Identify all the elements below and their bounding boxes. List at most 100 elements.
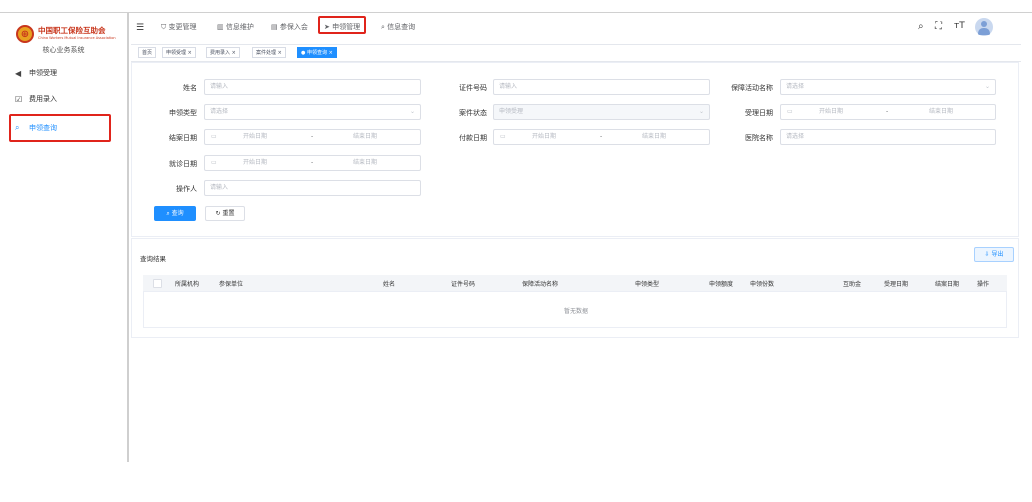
edit-icon: ☑ — [15, 94, 23, 104]
close-icon[interactable]: × — [188, 50, 192, 56]
chevron-down-icon: ⌄ — [409, 108, 415, 115]
close-icon[interactable]: × — [232, 50, 236, 56]
reset-button[interactable]: ↻ 重置 — [205, 206, 245, 221]
topnav-label: 信息维护 — [225, 23, 254, 31]
range-end: 结束日期 — [929, 108, 954, 115]
building-icon: ▥ — [217, 23, 224, 31]
shield-icon: ⛉ — [161, 23, 167, 31]
close-icon[interactable]: × — [329, 50, 333, 56]
column-header[interactable]: 参保单位 — [219, 279, 243, 288]
results-panel: 查询结果 ⇩ 导出 所属机构 参保单位 姓名 证件号码 保障活动名称 申领类型 … — [131, 238, 1019, 338]
browser-top-strip — [0, 0, 1032, 13]
refresh-icon: ↻ — [215, 210, 221, 217]
column-header[interactable]: 证件号码 — [451, 279, 475, 288]
range-separator: - — [311, 133, 314, 140]
column-header[interactable]: 受理日期 — [884, 279, 908, 288]
search-icon[interactable]: ⌕ — [918, 21, 924, 32]
export-button[interactable]: ⇩ 导出 — [974, 247, 1014, 262]
sidebar-item-fee-entry[interactable]: ☑ 费用录入 — [9, 87, 111, 111]
close-icon[interactable]: × — [278, 50, 282, 56]
table-body: 暂无数据 — [143, 292, 1007, 328]
empty-state-text: 暂无数据 — [563, 308, 588, 315]
claim-type-label: 申领类型 — [169, 109, 197, 117]
column-header[interactable]: 操作 — [977, 279, 989, 288]
operator-input[interactable]: 请输入 — [204, 180, 421, 196]
range-start: 开始日期 — [243, 133, 268, 140]
tab-case-processing[interactable]: 案件处理 × — [252, 47, 286, 58]
topnav-label: 信息查询 — [387, 23, 416, 31]
visit-date-range[interactable]: ▭ 开始日期 - 结束日期 — [204, 155, 421, 171]
system-name: 核心业务系统 — [42, 46, 85, 54]
calendar-icon: ▭ — [211, 159, 217, 166]
sidebar-item-label: 申领受理 — [29, 69, 57, 77]
send-icon: ➤ — [324, 23, 330, 31]
range-start: 开始日期 — [243, 159, 268, 166]
topnav-change-management[interactable]: ⛉ 变更管理 — [161, 22, 196, 32]
document-icon: ▤ — [271, 23, 278, 31]
topnav-label: 变更管理 — [168, 23, 197, 31]
column-header[interactable]: 申领类型 — [635, 279, 659, 288]
tags-view-bar: 首页 申领受理 × 费用录入 × 案件处理 × ● 申领查询 × — [131, 44, 1021, 62]
id-number-input[interactable]: 请输入 — [493, 79, 710, 95]
range-separator: - — [886, 108, 889, 115]
column-header[interactable]: 保障活动名称 — [522, 279, 558, 288]
results-title: 查询结果 — [140, 255, 166, 263]
tab-claim-accept[interactable]: 申领受理 × — [162, 47, 196, 58]
tab-label: 申领查询 — [306, 50, 327, 56]
accept-date-range[interactable]: ▭ 开始日期 - 结束日期 — [780, 104, 996, 120]
topnav-enrollment[interactable]: ▤ 参保入会 — [271, 22, 308, 32]
pay-date-label: 付款日期 — [459, 134, 487, 142]
range-start: 开始日期 — [532, 133, 557, 140]
tab-fee-entry[interactable]: 费用录入 × — [206, 47, 240, 58]
claim-type-select[interactable]: 请选择 ⌄ — [204, 104, 421, 120]
font-size-icon[interactable]: тT — [954, 21, 965, 31]
active-dot-icon: ● — [301, 50, 306, 56]
name-input[interactable]: 请输入 — [204, 79, 421, 95]
pay-date-range[interactable]: ▭ 开始日期 - 结束日期 — [493, 129, 710, 145]
menu-toggle-icon[interactable]: ☰ — [136, 23, 144, 33]
tab-claim-query[interactable]: ● 申领查询 × — [297, 47, 337, 58]
column-header[interactable]: 互助金 — [843, 279, 861, 288]
settle-date-range[interactable]: ▭ 开始日期 - 结束日期 — [204, 129, 421, 145]
range-separator: - — [311, 159, 314, 166]
activity-select[interactable]: 请选择 ⌄ — [780, 79, 996, 95]
avatar[interactable] — [975, 18, 993, 36]
send-icon: ◀ — [15, 68, 22, 78]
org-name: 中国职工保险互助会 — [38, 26, 106, 35]
column-header[interactable]: 申领额度 — [709, 279, 733, 288]
visit-date-label: 就诊日期 — [169, 160, 197, 168]
button-label: 查询 — [171, 210, 184, 217]
column-header[interactable]: 姓名 — [383, 279, 395, 288]
chevron-down-icon: ⌄ — [984, 83, 990, 90]
chevron-down-icon: ⌄ — [698, 108, 704, 115]
search-form-panel: 姓名 请输入 证件号码 请输入 保障活动名称 请选择 ⌄ 申领类型 请选择 ⌄ 案件… — [131, 62, 1019, 237]
select-value: 申领受理 — [499, 108, 524, 115]
operator-label: 操作人 — [176, 185, 197, 193]
tab-home[interactable]: 首页 — [138, 47, 157, 58]
activity-label: 保障活动名称 — [731, 84, 773, 92]
query-button[interactable]: ⌕ 查询 — [154, 206, 196, 221]
topnav-info-query[interactable]: ⌕ 信息查询 — [381, 22, 415, 32]
column-header[interactable]: 结案日期 — [935, 279, 959, 288]
hospital-select[interactable]: 请选择 — [780, 129, 996, 145]
calendar-icon: ▭ — [500, 133, 506, 140]
fullscreen-icon[interactable]: ⛶ — [935, 21, 942, 32]
range-end: 结束日期 — [353, 159, 378, 166]
column-header[interactable]: 申领份数 — [750, 279, 774, 288]
table-header: 所属机构 参保单位 姓名 证件号码 保障活动名称 申领类型 申领额度 申领份数 … — [143, 275, 1007, 292]
range-end: 结束日期 — [642, 133, 667, 140]
search-icon: ⌕ — [15, 123, 20, 132]
name-label: 姓名 — [183, 84, 197, 92]
sidebar-item-claim-query[interactable]: ⌕ 申领查询 — [9, 114, 111, 142]
topnav-info-maintenance[interactable]: ▥ 信息维护 — [217, 22, 254, 32]
settle-date-label: 结案日期 — [169, 134, 197, 142]
sidebar-item-claim-accept[interactable]: ◀ 申领受理 — [9, 61, 111, 85]
sidebar-item-label: 申领查询 — [29, 124, 57, 132]
accept-date-label: 受理日期 — [745, 109, 773, 117]
tab-label: 费用录入 — [210, 50, 231, 56]
select-all-checkbox[interactable] — [153, 279, 162, 288]
range-separator: - — [600, 133, 603, 140]
org-logo-icon: ⊕ — [16, 25, 34, 43]
topnav-claim-management[interactable]: ➤ 申领管理 — [318, 16, 367, 34]
column-header[interactable]: 所属机构 — [175, 279, 199, 288]
